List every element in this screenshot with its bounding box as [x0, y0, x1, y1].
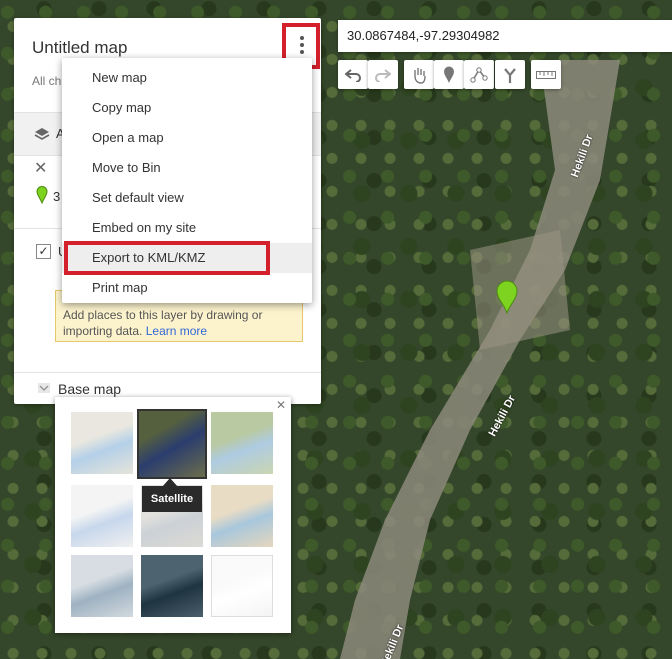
menu-item-copy-map[interactable]: Copy map — [62, 93, 312, 123]
satellite-tooltip: Satellite — [142, 486, 202, 512]
road-shoulder — [470, 230, 570, 350]
highlight-export — [64, 241, 270, 275]
basemap-thumb-light-political[interactable] — [71, 485, 133, 547]
base-map-label: Base map — [58, 381, 122, 397]
map-title[interactable]: Untitled map — [32, 38, 127, 58]
marker-icon — [444, 66, 454, 83]
marker-icon — [36, 186, 48, 204]
add-marker-button[interactable] — [434, 60, 464, 89]
ruler-icon — [536, 70, 556, 79]
layer-visibility-checkbox[interactable]: ✓ — [36, 244, 51, 259]
menu-item-open-map[interactable]: Open a map — [62, 123, 312, 153]
undo-icon — [345, 68, 361, 82]
menu-item-embed[interactable]: Embed on my site — [62, 213, 312, 243]
directions-button[interactable] — [495, 60, 525, 89]
menu-item-new-map[interactable]: New map — [62, 63, 312, 93]
undo-button[interactable] — [338, 60, 368, 89]
basemap-thumb-satellite[interactable] — [137, 409, 207, 479]
menu-item-print-map[interactable]: Print map — [62, 273, 312, 303]
layers-icon — [34, 128, 50, 140]
all-changes-saved-text: All ch — [32, 74, 62, 88]
basemap-thumb-light-landmass[interactable] — [71, 555, 133, 617]
menu-item-set-default-view[interactable]: Set default view — [62, 183, 312, 213]
redo-icon — [375, 68, 391, 82]
basemap-thumb-dark-landmass[interactable] — [141, 555, 203, 617]
menu-item-move-to-bin[interactable]: Move to Bin — [62, 153, 312, 183]
directions-icon — [504, 67, 516, 83]
redo-button[interactable] — [368, 60, 398, 89]
hand-icon — [414, 67, 426, 84]
pan-tool-button[interactable] — [404, 60, 434, 89]
learn-more-link[interactable]: Learn more — [146, 324, 207, 338]
close-icon[interactable]: ✕ — [276, 398, 286, 412]
places-count: 3 — [53, 189, 61, 204]
basemap-thumb-map[interactable] — [71, 412, 133, 474]
draw-line-button[interactable] — [464, 60, 494, 89]
close-icon[interactable]: ✕ — [34, 158, 47, 178]
measure-button[interactable] — [531, 60, 561, 89]
map-marker-icon[interactable] — [495, 280, 519, 314]
draw-line-icon — [470, 66, 488, 83]
basemap-thumb-simple-atlas[interactable] — [211, 485, 273, 547]
search-input[interactable]: 30.0867484,-97.29304982 — [338, 20, 672, 52]
basemap-thumb-whitewater[interactable] — [211, 555, 273, 617]
chevron-down-icon — [38, 383, 50, 393]
basemap-thumb-terrain[interactable] — [211, 412, 273, 474]
